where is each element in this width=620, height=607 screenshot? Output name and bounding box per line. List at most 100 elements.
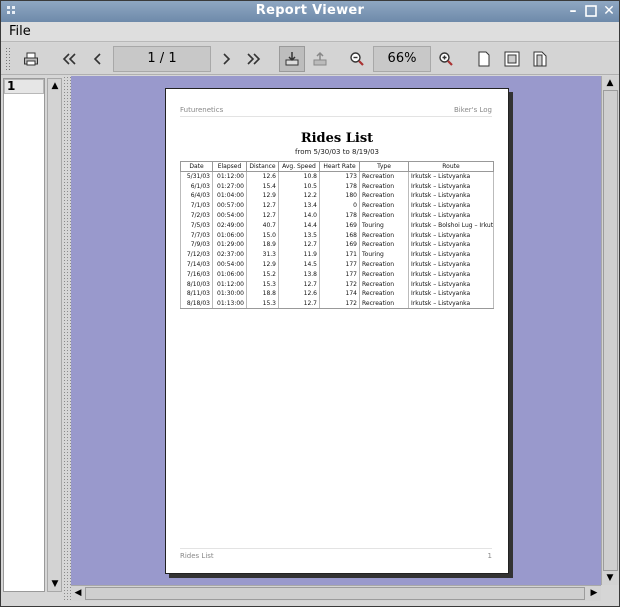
table-cell: 01:29:00 bbox=[212, 240, 247, 250]
print-button[interactable] bbox=[18, 46, 44, 72]
table-cell: Irkutsk – Listvyanka bbox=[408, 269, 494, 280]
column-header: Route bbox=[408, 161, 494, 172]
zoom-in-icon bbox=[439, 52, 453, 66]
toolbar: 1 / 1 66% bbox=[1, 43, 619, 75]
fit-width-button[interactable] bbox=[527, 46, 553, 72]
table-cell: 168 bbox=[319, 230, 360, 241]
table-cell: 169 bbox=[319, 220, 360, 231]
maximize-icon[interactable] bbox=[583, 3, 599, 19]
table-cell: 01:06:00 bbox=[212, 269, 247, 280]
table-row: 6/4/03 01:04:00 12.9 12.2 180 Recreation Irkut… bbox=[180, 191, 494, 201]
viewer-horizontal-scrollbar[interactable]: ◀ ▶ bbox=[71, 585, 601, 601]
table-cell: 00:54:00 bbox=[212, 259, 247, 270]
table-cell: 18.9 bbox=[246, 240, 279, 250]
table-cell: Recreation bbox=[359, 240, 409, 250]
actual-size-button[interactable] bbox=[471, 46, 497, 72]
table-cell: 15.2 bbox=[246, 269, 279, 280]
table-cell: Recreation bbox=[359, 181, 409, 192]
header-log-name: Biker's Log bbox=[453, 106, 492, 114]
scroll-left-icon[interactable]: ◀ bbox=[71, 586, 85, 600]
table-cell: 12.7 bbox=[278, 279, 320, 290]
table-row: 7/9/03 01:29:00 18.9 12.7 169 Recreation Irkut… bbox=[180, 240, 494, 250]
import-button[interactable] bbox=[307, 46, 333, 72]
fit-width-icon bbox=[533, 51, 547, 67]
table-cell: 02:37:00 bbox=[212, 249, 247, 260]
title-bar[interactable]: Report Viewer – ✕ bbox=[1, 1, 619, 22]
panel-splitter[interactable] bbox=[63, 76, 71, 601]
table-cell: 12.9 bbox=[246, 191, 279, 201]
table-cell: Irkutsk – Listvyanka bbox=[408, 171, 494, 182]
table-row: 7/5/03 02:49:00 40.7 14.4 169 Touring Irkutsk … bbox=[180, 220, 494, 231]
table-row: 5/31/03 01:12:00 12.6 10.8 173 Recreation Irku… bbox=[180, 171, 494, 182]
table-cell: 8/11/03 bbox=[180, 289, 213, 299]
last-page-icon bbox=[247, 53, 261, 65]
table-cell: Recreation bbox=[359, 200, 409, 211]
column-header: Date bbox=[180, 161, 213, 172]
page-list-item[interactable]: 1 bbox=[4, 79, 44, 94]
report-subtitle: from 5/30/03 to 8/19/03 bbox=[295, 148, 379, 156]
footer-report-name: Rides List bbox=[180, 552, 214, 560]
page-list-scrollbar[interactable]: ▲ ▼ bbox=[47, 78, 62, 592]
scroll-right-icon[interactable]: ▶ bbox=[587, 586, 601, 600]
table-cell: 13.4 bbox=[278, 200, 320, 211]
table-cell: 10.5 bbox=[278, 181, 320, 192]
viewer-vertical-scrollbar[interactable]: ▲ ▼ bbox=[601, 76, 619, 585]
export-button[interactable] bbox=[279, 46, 305, 72]
minimize-icon[interactable]: – bbox=[565, 3, 581, 19]
table-cell: Recreation bbox=[359, 210, 409, 221]
table-cell: Irkutsk – Listvyanka bbox=[408, 289, 494, 299]
table-cell: Irkutsk – Listvyanka bbox=[408, 279, 494, 290]
actual-size-icon bbox=[478, 51, 490, 67]
scroll-up-icon[interactable]: ▲ bbox=[48, 79, 62, 93]
zoom-out-button[interactable] bbox=[344, 46, 370, 72]
table-row: 7/12/03 02:37:00 31.3 11.9 171 Touring Irkutsk… bbox=[180, 249, 494, 260]
zoom-in-button[interactable] bbox=[433, 46, 459, 72]
table-cell: 01:04:00 bbox=[212, 191, 247, 201]
page-thumbnail-panel: 1 ▲ ▼ bbox=[1, 76, 63, 601]
scroll-down-icon[interactable]: ▼ bbox=[48, 577, 62, 591]
horizontal-scroll-thumb[interactable] bbox=[85, 587, 585, 600]
menu-file[interactable]: File bbox=[9, 24, 31, 39]
table-cell: 8/10/03 bbox=[180, 279, 213, 290]
previous-page-button[interactable] bbox=[85, 46, 111, 72]
column-header: Elapsed bbox=[212, 161, 247, 172]
header-company: Futurenetics bbox=[180, 106, 224, 114]
table-cell: Irkutsk – Listvyanka bbox=[408, 240, 494, 250]
table-cell: 178 bbox=[319, 181, 360, 192]
table-row: 7/14/03 00:54:00 12.9 14.5 177 Recreation Irku… bbox=[180, 259, 494, 270]
table-cell: 13.5 bbox=[278, 230, 320, 241]
first-page-button[interactable] bbox=[56, 46, 82, 72]
table-cell: Irkutsk – Listvyanka bbox=[408, 181, 494, 192]
table-cell: 12.9 bbox=[246, 259, 279, 270]
table-cell: 174 bbox=[319, 289, 360, 299]
table-cell: 15.4 bbox=[246, 181, 279, 192]
toolbar-grip[interactable] bbox=[5, 47, 11, 71]
page-header: Futurenetics Biker's Log bbox=[180, 106, 492, 117]
vertical-scroll-thumb[interactable] bbox=[603, 90, 618, 571]
table-cell: 00:57:00 bbox=[212, 200, 247, 211]
fit-page-button[interactable] bbox=[499, 46, 525, 72]
next-page-button[interactable] bbox=[213, 46, 239, 72]
table-cell: Recreation bbox=[359, 289, 409, 299]
scroll-up-icon[interactable]: ▲ bbox=[603, 76, 617, 90]
table-cell: 171 bbox=[319, 249, 360, 260]
zoom-level-field[interactable]: 66% bbox=[373, 46, 431, 72]
table-row: 7/1/03 00:57:00 12.7 13.4 0 Recreation Irkutsk… bbox=[180, 200, 494, 211]
last-page-button[interactable] bbox=[241, 46, 267, 72]
close-icon[interactable]: ✕ bbox=[601, 3, 617, 19]
table-cell: 01:06:00 bbox=[212, 230, 247, 241]
page-footer: Rides List 1 bbox=[180, 548, 492, 560]
table-cell: Recreation bbox=[359, 171, 409, 182]
page-list[interactable]: 1 bbox=[3, 78, 45, 592]
table-header-row: Date Elapsed Distance Avg. Speed Heart R… bbox=[180, 161, 494, 172]
page-number-field[interactable]: 1 / 1 bbox=[113, 46, 211, 72]
table-cell: Irkutsk – Listvyanka bbox=[408, 298, 494, 310]
scroll-down-icon[interactable]: ▼ bbox=[603, 571, 617, 585]
table-cell: 7/9/03 bbox=[180, 240, 213, 250]
table-cell: 10.8 bbox=[278, 171, 320, 182]
table-cell: 5/31/03 bbox=[180, 171, 213, 182]
previous-page-icon bbox=[93, 53, 101, 65]
table-cell: 7/7/03 bbox=[180, 230, 213, 241]
window-title: Report Viewer bbox=[255, 3, 365, 18]
column-header: Avg. Speed bbox=[278, 161, 320, 172]
